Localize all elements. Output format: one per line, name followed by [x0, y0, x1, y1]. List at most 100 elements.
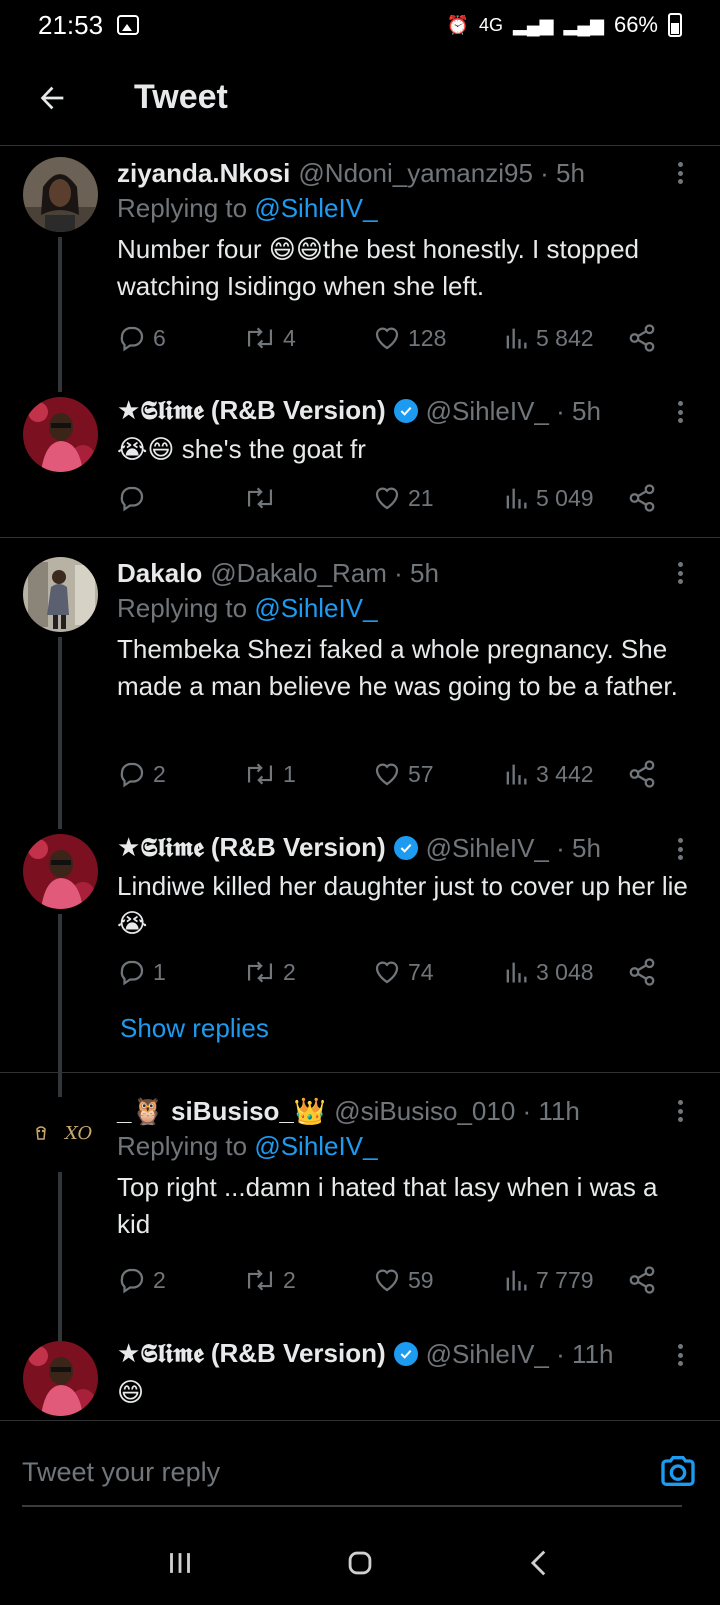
tweet-actions: 1 2 74 3 048 — [117, 954, 677, 990]
views-button[interactable]: 7 779 — [502, 1266, 594, 1294]
comment-icon — [120, 960, 144, 986]
network-type: 4G — [479, 14, 504, 35]
tweet-text: 😭😄 she's the goat fr — [117, 434, 366, 464]
tweet-actions: 21 5 049 — [117, 480, 677, 516]
views-button[interactable]: 5 049 — [502, 484, 594, 512]
reply-button[interactable] — [117, 483, 153, 513]
clock: 21:53 — [38, 9, 104, 40]
home-icon — [348, 1551, 372, 1574]
like-button[interactable]: 128 — [372, 323, 446, 353]
retweet-icon — [247, 327, 273, 349]
avatar[interactable] — [23, 834, 98, 909]
avatar[interactable] — [23, 557, 98, 632]
tweet-2[interactable]: Dakalo @Dakalo_Ram · 5h Replying to @Sih… — [117, 555, 690, 705]
retweet-button[interactable]: 2 — [243, 957, 296, 987]
share-button[interactable] — [627, 483, 657, 513]
thread-continuation-dots — [58, 1015, 62, 1037]
share-icon — [629, 484, 655, 512]
show-replies-link[interactable]: Show replies — [120, 1013, 269, 1044]
tweet-0[interactable]: ziyanda.Nkosi @Ndoni_yamanzi95 · 5h Repl… — [117, 155, 690, 305]
share-icon — [629, 324, 655, 352]
retweet-button[interactable]: 2 — [243, 1265, 296, 1295]
recent-apps-button[interactable] — [150, 1533, 210, 1593]
replying-to: Replying to @SihleIV_ — [117, 593, 378, 623]
retweet-button[interactable]: 4 — [243, 323, 296, 353]
views-button[interactable]: 5 842 — [502, 324, 594, 352]
retweet-button[interactable]: 1 — [243, 759, 296, 789]
author-name[interactable]: ★𝕾𝖑𝖎𝖒𝖊 (R&B Version) — [117, 832, 386, 864]
tweet-4[interactable]: _🦉 siBusiso_👑 @siBusiso_010 · 11h Replyi… — [117, 1093, 690, 1243]
author-name[interactable]: _🦉 siBusiso_👑 — [117, 1096, 326, 1127]
reply-button[interactable]: 2 — [117, 1265, 166, 1295]
more-options-button[interactable] — [670, 158, 690, 188]
views-icon — [506, 764, 527, 785]
mention-link[interactable]: @SihleIV_ — [254, 1131, 377, 1161]
reply-input[interactable]: Tweet your reply — [22, 1439, 682, 1507]
reply-composer: Tweet your reply — [0, 1420, 720, 1520]
views-button[interactable]: 3 442 — [502, 760, 594, 788]
camera-button[interactable] — [658, 1451, 698, 1491]
author-name[interactable]: ★𝕾𝖑𝖎𝖒𝖊 (R&B Version) — [117, 1338, 386, 1370]
share-button[interactable] — [627, 957, 657, 987]
like-button[interactable]: 57 — [372, 759, 434, 789]
more-options-button[interactable] — [670, 1096, 690, 1126]
more-options-button[interactable] — [670, 1340, 690, 1370]
reply-button[interactable]: 6 — [117, 323, 166, 353]
verified-badge-icon — [393, 1342, 418, 1366]
author-name[interactable]: ★𝕾𝖑𝖎𝖒𝖊 (R&B Version) — [117, 395, 386, 427]
author-name[interactable]: Dakalo — [117, 558, 202, 589]
heart-icon — [375, 1269, 399, 1292]
avatar[interactable] — [23, 1341, 98, 1416]
replying-to: Replying to @SihleIV_ — [117, 193, 378, 223]
like-button[interactable]: 59 — [372, 1265, 434, 1295]
battery-percent: 66% — [613, 12, 658, 37]
heart-icon — [375, 961, 399, 984]
chevron-left-icon — [530, 1550, 546, 1575]
mention-link[interactable]: @SihleIV_ — [254, 593, 377, 623]
avatar[interactable] — [23, 157, 98, 232]
signal-icon: ▂▄▆ — [513, 14, 554, 35]
retweet-button[interactable] — [243, 483, 283, 513]
more-options-button[interactable] — [670, 397, 690, 427]
author-handle: @Dakalo_Ram · 5h — [210, 557, 439, 588]
system-back-button[interactable] — [510, 1533, 570, 1593]
like-button[interactable]: 74 — [372, 957, 434, 987]
comment-icon — [120, 486, 144, 512]
reply-thread[interactable]: ziyanda.Nkosi @Ndoni_yamanzi95 · 5h Repl… — [0, 147, 720, 1420]
tweet-text: 😄 — [117, 1377, 145, 1407]
mention-link[interactable]: @SihleIV_ — [254, 193, 377, 223]
gallery-icon — [117, 15, 140, 35]
signal-icon-2: ▂▄▆ — [563, 14, 604, 35]
verified-badge-icon — [393, 836, 418, 860]
share-button[interactable] — [627, 323, 657, 353]
share-button[interactable] — [627, 1265, 657, 1295]
author-handle: @SihleIV_ · 5h — [425, 395, 601, 426]
author-handle: @siBusiso_010 · 11h — [334, 1095, 580, 1126]
tweet-actions: 2 1 57 3 442 — [117, 756, 677, 792]
retweet-icon — [247, 1269, 273, 1291]
share-button[interactable] — [627, 759, 657, 789]
more-options-button[interactable] — [670, 558, 690, 588]
views-button[interactable]: 3 048 — [502, 958, 594, 986]
more-options-button[interactable] — [670, 834, 690, 864]
reply-button[interactable]: 1 — [117, 957, 166, 987]
home-button[interactable] — [330, 1533, 390, 1593]
views-icon — [506, 1270, 527, 1291]
tweet-5[interactable]: ★𝕾𝖑𝖎𝖒𝖊 (R&B Version) @SihleIV_ · 11h 😄 — [117, 1336, 690, 1411]
author-name[interactable]: ziyanda.Nkosi — [117, 158, 290, 189]
back-button[interactable] — [22, 68, 82, 128]
views-icon — [506, 962, 527, 983]
comment-icon — [120, 326, 144, 352]
tweet-text: Top right ...damn i hated that lasy when… — [117, 1172, 658, 1239]
system-navigation-bar — [0, 1520, 720, 1605]
avatar[interactable]: XO — [23, 1097, 98, 1172]
avatar[interactable] — [23, 397, 98, 472]
tweet-3[interactable]: ★𝕾𝖑𝖎𝖒𝖊 (R&B Version) @SihleIV_ · 5h Lind… — [117, 830, 690, 942]
tweet-text: Number four 😄😄the best honestly. I stopp… — [117, 234, 639, 301]
tweet-1[interactable]: ★𝕾𝖑𝖎𝖒𝖊 (R&B Version) @SihleIV_ · 5h 😭😄 s… — [117, 393, 690, 468]
reply-button[interactable]: 2 — [117, 759, 166, 789]
views-icon — [506, 328, 527, 349]
thread-line — [58, 1177, 62, 1342]
like-button[interactable]: 21 — [372, 483, 434, 513]
battery-icon — [668, 13, 682, 37]
